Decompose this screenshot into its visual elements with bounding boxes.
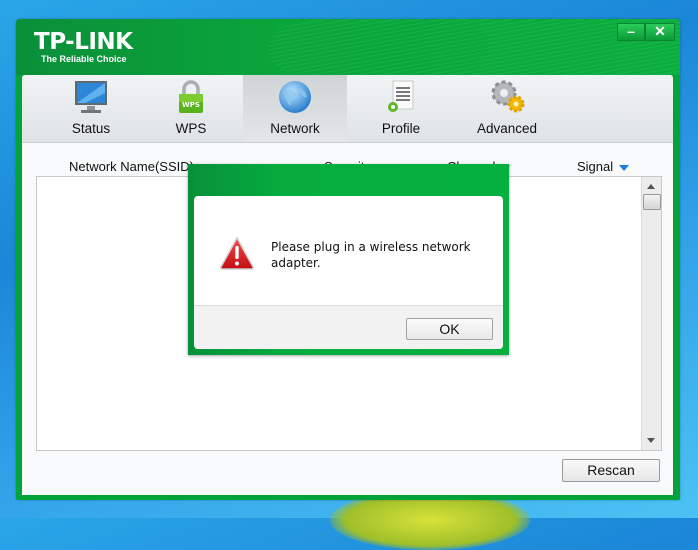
minimize-icon: – (627, 23, 635, 39)
dialog-body: Please plug in a wireless network adapte… (194, 196, 503, 349)
sort-descending-icon (619, 164, 630, 171)
svg-text:WPS: WPS (182, 101, 200, 109)
rescan-button[interactable]: Rescan (562, 459, 660, 482)
tab-label: Status (71, 121, 111, 136)
gears-icon (491, 80, 525, 113)
monitor-icon (75, 81, 107, 113)
tab-label: Profile (381, 121, 421, 136)
brand-logo: TP-LINK (34, 29, 133, 55)
tab-label: Advanced (476, 121, 538, 136)
minimize-button[interactable]: – (617, 23, 645, 41)
tab-label: Network (270, 121, 320, 136)
scroll-down-icon[interactable] (647, 438, 655, 443)
error-dialog: Please plug in a wireless network adapte… (188, 164, 509, 355)
close-icon: ✕ (654, 23, 666, 39)
column-header-signal[interactable]: Signal (577, 159, 630, 174)
title-bar[interactable]: TP-LINK The Reliable Choice – ✕ (16, 19, 680, 75)
ok-button[interactable]: OK (406, 318, 493, 340)
brand-tagline: The Reliable Choice (41, 54, 127, 64)
tab-network[interactable]: Network (243, 75, 347, 142)
tab-wps[interactable]: WPS WPS (139, 75, 243, 142)
tab-profile[interactable]: Profile (349, 75, 453, 142)
wps-lock-icon: WPS (179, 80, 203, 113)
scroll-up-icon[interactable] (647, 184, 655, 189)
dialog-message: Please plug in a wireless network adapte… (271, 240, 471, 270)
warning-icon (220, 236, 254, 270)
tab-label: WPS (175, 121, 207, 136)
vertical-scrollbar[interactable] (641, 177, 661, 450)
close-button[interactable]: ✕ (645, 23, 675, 41)
dialog-footer: OK (194, 305, 503, 349)
globe-icon (279, 81, 311, 113)
profile-document-icon (388, 80, 414, 112)
scroll-thumb[interactable] (643, 194, 661, 210)
tab-status[interactable]: Status (39, 75, 143, 142)
tab-advanced[interactable]: Advanced (455, 75, 559, 142)
tab-bar: Status WPS WPS Network Profile Advanced (22, 75, 673, 143)
